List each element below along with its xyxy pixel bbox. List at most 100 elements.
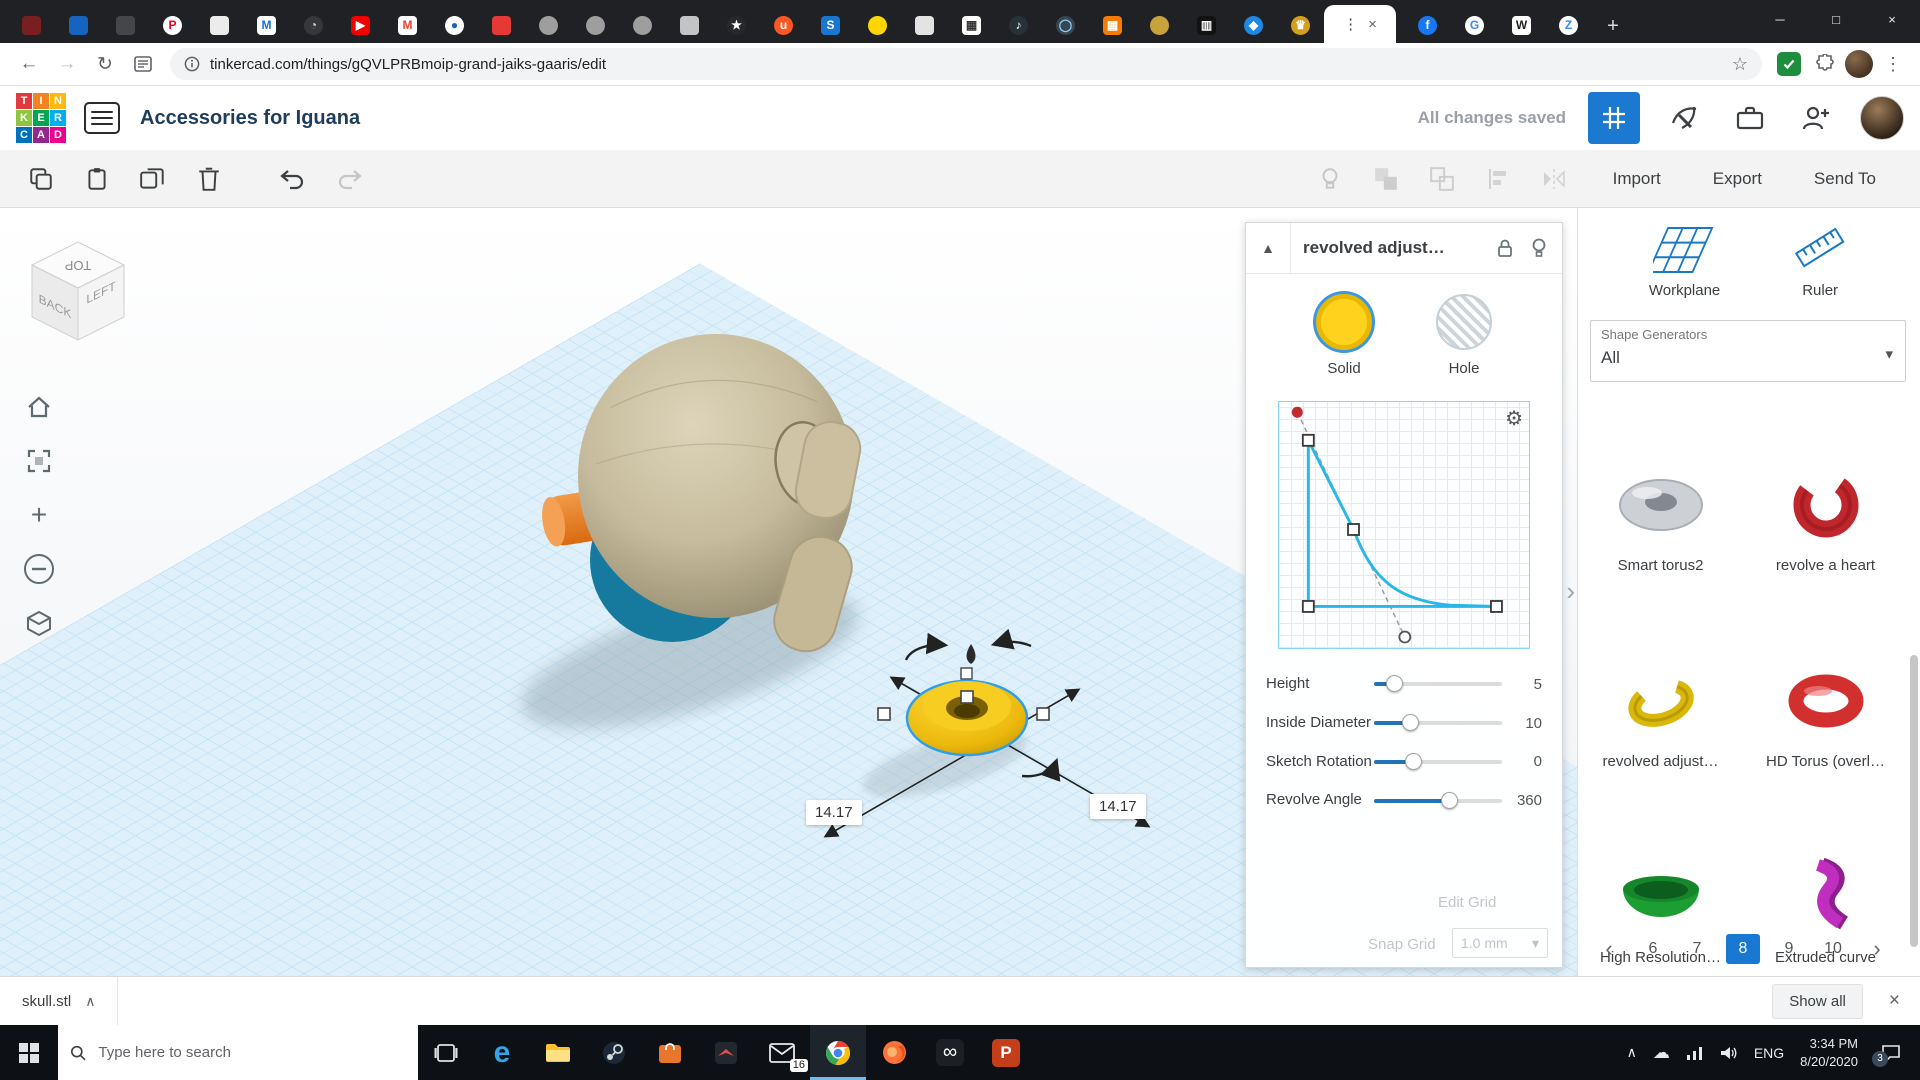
browser-tab-pale-site[interactable] — [901, 7, 948, 43]
shape-item-hd-torus[interactable]: HD Torus (overl… — [1743, 590, 1908, 786]
browser-tab-orange-grid[interactable]: ▦ — [1089, 7, 1136, 43]
browser-tab-maroon-site[interactable] — [8, 7, 55, 43]
zoom-out-button[interactable] — [18, 548, 60, 590]
browser-tab-red-site[interactable] — [478, 7, 525, 43]
shape-item-revolved-adjust[interactable]: revolved adjust… — [1578, 590, 1743, 786]
solid-option[interactable]: Solid — [1316, 294, 1372, 377]
active-tab[interactable]: ⋮ × — [1324, 5, 1396, 43]
extension-check-icon[interactable] — [1777, 52, 1801, 76]
inside-diameter-slider[interactable] — [1374, 721, 1502, 725]
minecraft-pickaxe-icon[interactable] — [1662, 96, 1706, 140]
add-user-icon[interactable] — [1794, 96, 1838, 140]
taskbar-clock[interactable]: 3:34 PM 8/20/2020 — [1800, 1035, 1858, 1070]
forward-button[interactable]: → — [48, 47, 86, 81]
zoom-in-button[interactable]: + — [18, 494, 60, 536]
minimize-button[interactable]: ─ — [1752, 0, 1808, 38]
store-app-icon[interactable] — [642, 1025, 698, 1080]
curve-settings-gear-icon[interactable]: ⚙ — [1505, 406, 1523, 431]
new-tab-button[interactable]: + — [1596, 9, 1630, 43]
browser-tab-ultimate-guitar[interactable]: u — [760, 7, 807, 43]
tray-expand-caret[interactable]: ∧ — [1627, 1044, 1637, 1061]
solid-swatch[interactable] — [1316, 294, 1372, 350]
mirror-button[interactable] — [1531, 158, 1577, 200]
browser-tab-clock-site[interactable]: ◔ — [290, 7, 337, 43]
browser-tab-trophy-site[interactable]: ♛ — [1277, 7, 1324, 43]
snap-grid-dropdown[interactable]: 1.0 mm ▾ — [1452, 928, 1548, 958]
back-button[interactable]: ← — [10, 47, 48, 81]
browser-tab-facebook[interactable]: f — [1404, 7, 1451, 43]
profile-curve-editor[interactable]: ⚙ — [1278, 401, 1530, 649]
browser-tab-pinterest[interactable]: P — [149, 7, 196, 43]
home-view-button[interactable] — [18, 386, 60, 428]
browser-tab-songsterr[interactable]: S — [807, 7, 854, 43]
taskbar-search[interactable] — [58, 1025, 418, 1080]
browser-tab-yellow-site[interactable] — [854, 7, 901, 43]
browser-tab-youtube[interactable]: ▶ — [337, 7, 384, 43]
mail-app-icon[interactable]: 16 — [754, 1025, 810, 1080]
raise-handle[interactable] — [967, 644, 976, 664]
download-file-name[interactable]: skull.stl — [22, 993, 71, 1010]
browser-tab-gray-site[interactable] — [666, 7, 713, 43]
language-indicator[interactable]: ENG — [1754, 1045, 1784, 1061]
browser-tab-docs[interactable]: ● — [431, 7, 478, 43]
browser-tab-gem-site[interactable]: ◆ — [1230, 7, 1277, 43]
visibility-bulb-icon[interactable] — [1522, 238, 1556, 258]
maximize-button[interactable]: □ — [1808, 0, 1864, 38]
action-center-button[interactable]: 3 — [1874, 1043, 1908, 1063]
import-button[interactable]: Import — [1587, 159, 1687, 199]
browser-tab-outlook[interactable] — [55, 7, 102, 43]
page-8-active[interactable]: 8 — [1726, 934, 1760, 964]
file-explorer-app-icon[interactable] — [530, 1025, 586, 1080]
hole-option[interactable]: Hole — [1436, 294, 1492, 377]
extensions-puzzle-icon[interactable] — [1808, 47, 1842, 81]
volume-icon[interactable] — [1720, 1045, 1738, 1061]
browser-tab-keys-site[interactable]: ▥ — [1183, 7, 1230, 43]
duplicate-button[interactable] — [130, 158, 176, 200]
browser-tab-helmet-3[interactable] — [619, 7, 666, 43]
browser-tab-musescore[interactable]: ♪ — [995, 7, 1042, 43]
download-bar-close-icon[interactable]: × — [1889, 990, 1900, 1012]
site-info-icon[interactable] — [184, 56, 200, 72]
ungroup-button[interactable] — [1419, 158, 1465, 200]
browser-tab-wikipedia[interactable]: W — [1498, 7, 1545, 43]
download-caret-icon[interactable]: ∧ — [85, 993, 95, 1010]
bookmark-star-icon[interactable]: ☆ — [1732, 54, 1748, 75]
page-10[interactable]: 10 — [1818, 934, 1848, 964]
sendto-button[interactable]: Send To — [1788, 159, 1902, 199]
ruler-button[interactable]: Ruler — [1791, 222, 1849, 299]
browser-tab-star-site[interactable]: ★ — [713, 7, 760, 43]
tab-close-icon[interactable]: × — [1368, 16, 1377, 33]
browser-tab-helmet-1[interactable] — [525, 7, 572, 43]
browser-tab-globe-site[interactable]: ◯ — [1042, 7, 1089, 43]
dimension-label-right[interactable]: 14.17 — [1090, 794, 1146, 819]
edit-grid-button[interactable]: Edit Grid — [1438, 894, 1496, 911]
user-avatar[interactable] — [1860, 96, 1904, 140]
browser-tab-light-site[interactable] — [196, 7, 243, 43]
fit-view-button[interactable] — [18, 440, 60, 482]
revolve-angle-slider[interactable] — [1374, 799, 1502, 803]
page-next-chevron[interactable]: › — [1862, 934, 1892, 964]
browser-tab-gmail[interactable]: M — [384, 7, 431, 43]
browser-tab-helmet-2[interactable] — [572, 7, 619, 43]
delete-button[interactable] — [186, 158, 232, 200]
group-button[interactable] — [1363, 158, 1409, 200]
redo-button[interactable] — [326, 158, 372, 200]
tinkercad-logo[interactable]: TINKERCAD — [16, 93, 66, 143]
designs-menu-icon[interactable] — [84, 102, 120, 134]
page-6[interactable]: 6 — [1638, 934, 1668, 964]
blocks-view-button[interactable] — [1588, 92, 1640, 144]
browser-tab-medium[interactable]: M — [243, 7, 290, 43]
armoury-app-icon[interactable] — [698, 1025, 754, 1080]
browser-tab-zoom[interactable]: Z — [1545, 7, 1592, 43]
adjust-light-icon[interactable] — [1307, 158, 1353, 200]
view-cube[interactable]: TOP BACK LEFT — [22, 234, 134, 346]
browser-tab-dark-site[interactable] — [102, 7, 149, 43]
perspective-toggle-button[interactable] — [18, 602, 60, 644]
lock-icon[interactable] — [1488, 238, 1522, 258]
shape-generators-dropdown[interactable]: Shape Generators All ▾ — [1590, 320, 1906, 382]
browser-menu-icon[interactable]: ⋮ — [1876, 47, 1910, 81]
panel-expand-chevron[interactable]: › — [1566, 576, 1575, 607]
height-slider[interactable] — [1374, 682, 1502, 686]
hole-swatch[interactable] — [1436, 294, 1492, 350]
browser-tab-piano-site[interactable]: ▦ — [948, 7, 995, 43]
